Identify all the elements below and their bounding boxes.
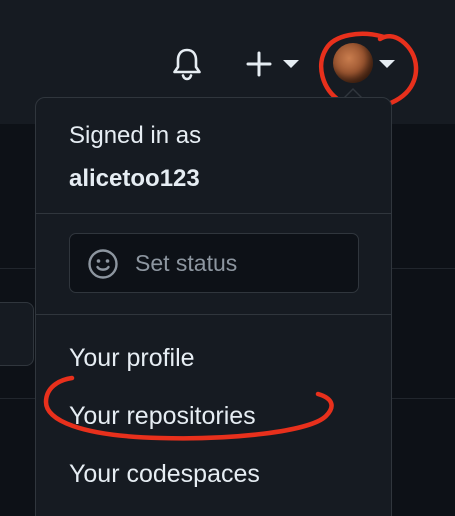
create-new-button[interactable] xyxy=(243,46,303,82)
notifications-button[interactable] xyxy=(170,46,204,82)
bell-icon xyxy=(173,48,201,81)
user-menu-button[interactable] xyxy=(330,40,396,88)
menu-divider xyxy=(36,213,391,214)
smiley-icon xyxy=(88,249,118,279)
menu-divider xyxy=(36,314,391,315)
page: Signed in as alicetoo123 Set status Your… xyxy=(0,0,455,516)
caret-down-icon xyxy=(379,60,395,68)
username: alicetoo123 xyxy=(69,165,200,192)
menu-item-your-repositories[interactable]: Your repositories xyxy=(69,400,256,432)
set-status-button[interactable]: Set status xyxy=(69,233,359,293)
create-icons xyxy=(246,51,299,77)
menu-item-your-profile[interactable]: Your profile xyxy=(69,342,195,374)
set-status-label: Set status xyxy=(135,250,238,276)
background-panel xyxy=(0,302,34,366)
user-dropdown-menu: Signed in as alicetoo123 Set status Your… xyxy=(35,97,392,516)
signed-in-label: Signed in as xyxy=(69,122,202,149)
plus-icon xyxy=(246,51,272,77)
menu-item-your-codespaces[interactable]: Your codespaces xyxy=(69,458,260,490)
avatar xyxy=(333,43,373,83)
caret-down-icon xyxy=(283,60,299,68)
